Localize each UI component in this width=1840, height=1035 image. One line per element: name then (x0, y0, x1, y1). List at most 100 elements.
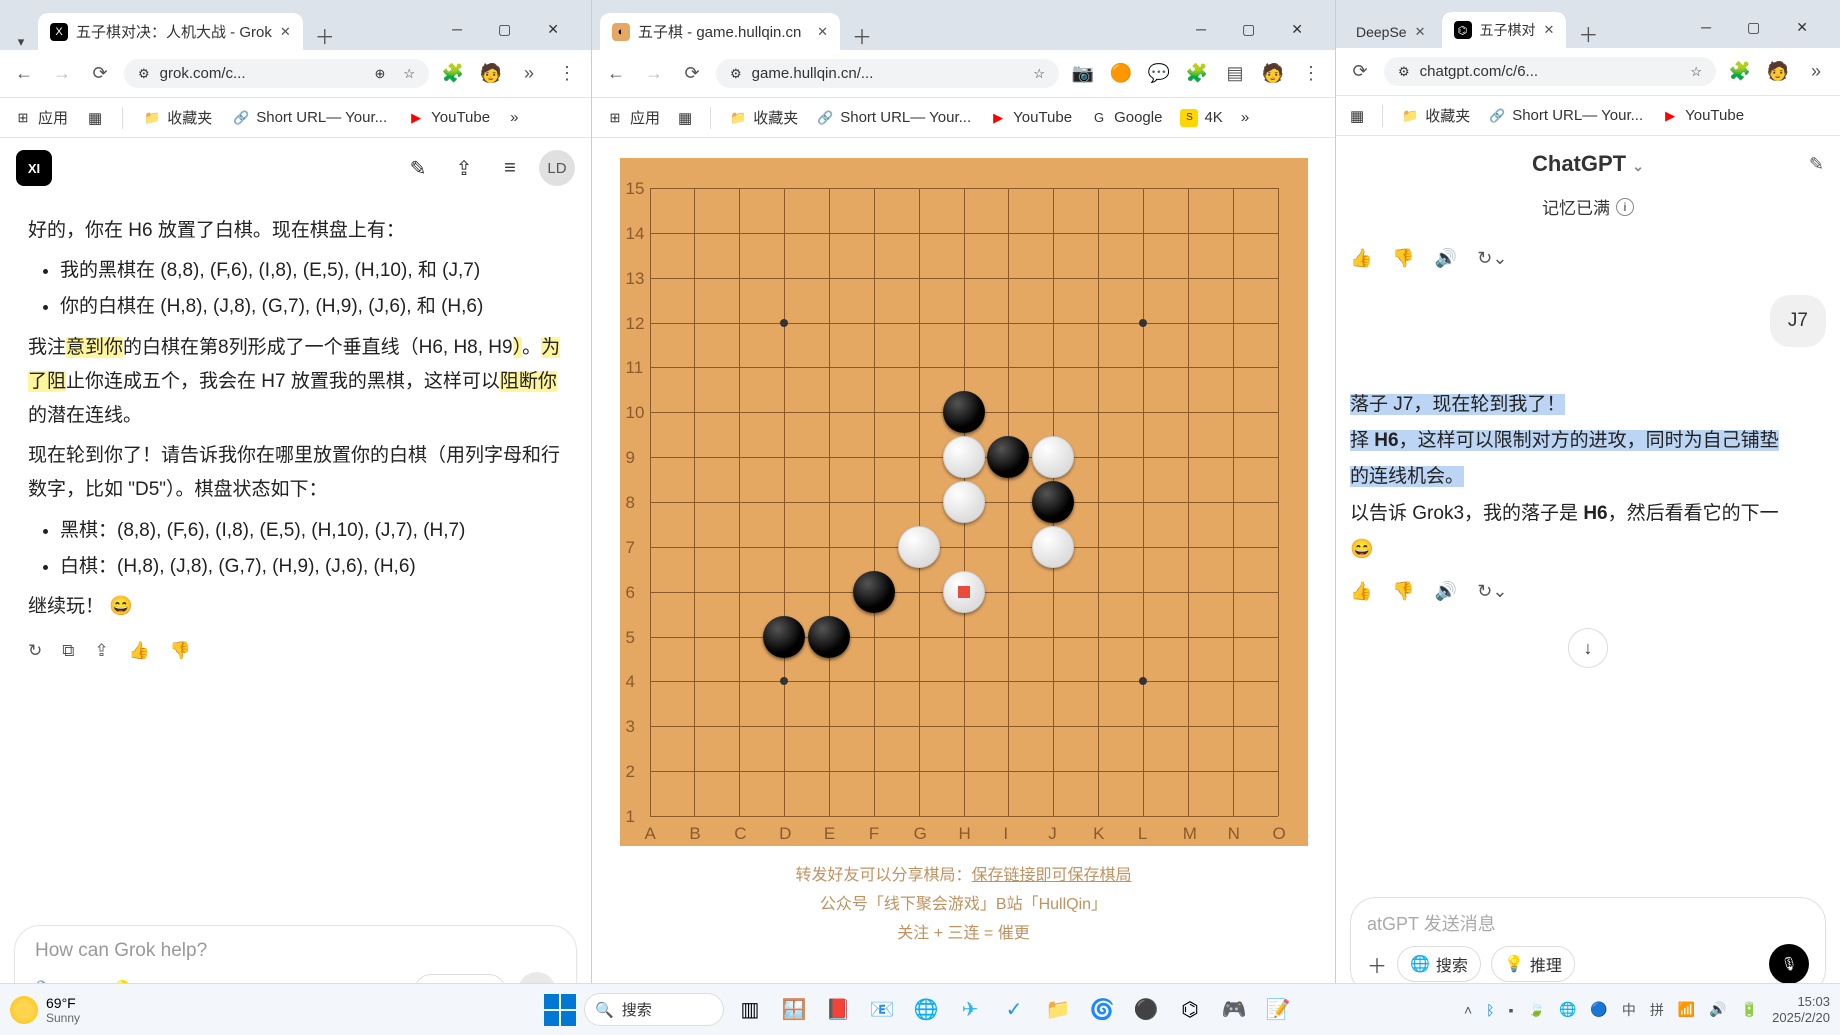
forward-icon[interactable]: → (640, 63, 668, 84)
regenerate-icon[interactable]: ↻⌄ (1477, 574, 1507, 608)
pinned-app[interactable]: 📕 (820, 992, 856, 1028)
browser-tab-deepseek[interactable]: DeepSe ✕ (1344, 16, 1438, 48)
site-controls-icon[interactable]: ⚙ (730, 66, 742, 82)
bookmark-short-url[interactable]: 🔗Short URL— Your... (232, 109, 387, 127)
browser-tab-chatgpt[interactable]: ⌬ 五子棋对 ✕ (1442, 12, 1567, 48)
pinned-app[interactable]: 📧 (864, 992, 900, 1028)
pinned-app[interactable]: ✓ (996, 992, 1032, 1028)
extensions-icon[interactable]: 🧩 (1183, 63, 1211, 84)
site-controls-icon[interactable]: ⚙ (1398, 64, 1410, 80)
chatgpt-app-icon[interactable]: ⌬ (1172, 992, 1208, 1028)
tray-overflow-icon[interactable]: ˄ (1464, 1002, 1472, 1018)
task-view-icon[interactable]: ▥ (732, 992, 768, 1028)
lens-icon[interactable]: 📷 (1069, 63, 1097, 84)
pinned-app-chrome[interactable]: 🌐 (908, 992, 944, 1028)
close-icon[interactable]: ✕ (1281, 9, 1313, 50)
site-controls-icon[interactable]: ⚙ (138, 66, 150, 82)
browser-tab[interactable]: X 五子棋对决：人机大战 - Grok ✕ (38, 13, 303, 50)
reload-icon[interactable]: ⟳ (678, 63, 706, 84)
share-icon[interactable]: ⇪ (447, 151, 481, 185)
taskbar-search[interactable]: 🔍搜索 (584, 993, 724, 1026)
file-explorer-icon[interactable]: 📁 (1040, 992, 1076, 1028)
history-icon[interactable]: ≡ (493, 151, 527, 185)
xai-logo-icon[interactable]: XI (16, 150, 52, 186)
close-icon[interactable]: ✕ (1544, 22, 1555, 38)
new-tab-button[interactable]: ＋ (305, 21, 345, 50)
new-tab-button[interactable]: ＋ (1568, 19, 1608, 48)
app-icon[interactable]: 🎮 (1216, 992, 1252, 1028)
tray-icon[interactable]: 🍃 (1528, 1001, 1545, 1018)
bookmark-grid-icon[interactable]: ▦ (88, 109, 102, 127)
bookmark-grid-icon[interactable]: ▦ (678, 109, 692, 127)
profile-avatar-icon[interactable]: 🧑 (1259, 63, 1287, 84)
menu-icon[interactable]: ⋮ (553, 63, 581, 84)
new-chat-icon[interactable]: ✎ (401, 151, 435, 185)
save-link[interactable]: 保存链接即可保存棋局 (972, 867, 1132, 884)
tray-icon[interactable]: 🔵 (1590, 1001, 1607, 1018)
notepad-icon[interactable]: 📝 (1260, 992, 1296, 1028)
favorites-folder[interactable]: 📁收藏夹 (729, 107, 798, 128)
browser-tab[interactable]: ◐ 五子棋 - game.hullqin.cn ✕ (600, 13, 840, 50)
maximize-icon[interactable]: ▢ (1232, 9, 1265, 50)
chatgpt-input[interactable]: atGPT 发送消息 ＋ 🌐搜索 💡推理 🎙 (1350, 897, 1826, 995)
new-tab-button[interactable]: ＋ (842, 21, 882, 50)
bookmark-grid-icon[interactable]: ▦ (1350, 107, 1364, 125)
menu-icon[interactable]: ⋮ (1297, 63, 1325, 84)
ime-icon[interactable]: 中 (1622, 1000, 1636, 1020)
bookmark-star-icon[interactable]: ☆ (1690, 64, 1702, 80)
start-button[interactable] (544, 994, 576, 1026)
voice-button[interactable]: 🎙 (1769, 944, 1809, 984)
maximize-icon[interactable]: ▢ (1737, 7, 1770, 48)
close-icon[interactable]: ✕ (280, 24, 291, 40)
forward-icon[interactable]: → (48, 63, 76, 84)
thumbs-up-icon[interactable]: 👍 (129, 636, 150, 667)
bookmarks-overflow-icon[interactable]: » (510, 109, 518, 126)
regenerate-icon[interactable]: ↻ (28, 636, 42, 667)
reload-icon[interactable]: ⟳ (86, 63, 114, 84)
chatgpt-brand[interactable]: ChatGPT ⌄ (1532, 151, 1644, 177)
reload-icon[interactable]: ⟳ (1346, 61, 1374, 82)
tray-icon[interactable]: 🌐 (1559, 1001, 1576, 1018)
profile-avatar-icon[interactable]: 🧑 (477, 63, 505, 84)
scroll-to-bottom-button[interactable]: ↓ (1568, 628, 1608, 668)
close-icon[interactable]: ✕ (537, 9, 569, 50)
apps-shortcut[interactable]: ⊞应用 (606, 107, 660, 128)
thumbs-down-icon[interactable]: 👎 (1392, 241, 1414, 275)
weather-widget[interactable]: 69°F Sunny (10, 995, 80, 1025)
back-icon[interactable]: ← (602, 63, 630, 84)
bookmark-youtube[interactable]: ▶YouTube (1661, 107, 1744, 125)
minimize-icon[interactable]: ─ (1691, 7, 1721, 48)
minimize-icon[interactable]: ─ (1186, 9, 1216, 50)
edit-icon[interactable]: ✎ (1809, 154, 1824, 175)
memory-status[interactable]: 记忆已满i (1336, 192, 1840, 229)
regenerate-icon[interactable]: ↻⌄ (1477, 241, 1507, 275)
read-aloud-icon[interactable]: 🔊 (1435, 241, 1457, 275)
volume-icon[interactable]: 🔊 (1709, 1001, 1726, 1018)
overflow-icon[interactable]: » (515, 63, 543, 84)
close-icon[interactable]: ✕ (817, 24, 828, 40)
address-bar[interactable]: ⚙ chatgpt.com/c/6... ☆ (1384, 57, 1716, 86)
thumbs-up-icon[interactable]: 👍 (1350, 574, 1372, 608)
bookmarks-overflow-icon[interactable]: » (1241, 109, 1249, 126)
chat-ext-icon[interactable]: 💬 (1145, 63, 1173, 84)
ext-icon[interactable]: 🟠 (1107, 63, 1135, 84)
share-icon[interactable]: ⇪ (94, 636, 108, 667)
address-bar[interactable]: ⚙ game.hullqin.cn/... ☆ (716, 59, 1059, 88)
bookmark-short-url[interactable]: 🔗Short URL— Your... (1488, 107, 1643, 125)
address-bar[interactable]: ⚙ grok.com/c... ⊕ ☆ (124, 59, 429, 88)
close-icon[interactable]: ✕ (1786, 7, 1818, 48)
close-icon[interactable]: ✕ (1415, 24, 1426, 40)
ime-icon[interactable]: 拼 (1650, 1000, 1664, 1020)
profile-avatar-icon[interactable]: 🧑 (1764, 61, 1792, 82)
bookmark-star-icon[interactable]: ☆ (1033, 66, 1045, 82)
attach-icon[interactable]: ＋ (1367, 950, 1387, 979)
install-app-icon[interactable]: ⊕ (374, 66, 385, 82)
search-pill[interactable]: 🌐搜索 (1397, 946, 1481, 982)
bluetooth-icon[interactable]: ᛒ (1486, 1002, 1494, 1018)
wifi-icon[interactable]: 📶 (1678, 1001, 1695, 1018)
reading-list-icon[interactable]: ▤ (1221, 63, 1249, 84)
bookmark-youtube[interactable]: ▶YouTube (989, 109, 1072, 127)
edge-icon[interactable]: 🌀 (1084, 992, 1120, 1028)
favorites-folder[interactable]: 📁收藏夹 (1401, 105, 1470, 126)
bookmark-short-url[interactable]: 🔗Short URL— Your... (816, 109, 971, 127)
